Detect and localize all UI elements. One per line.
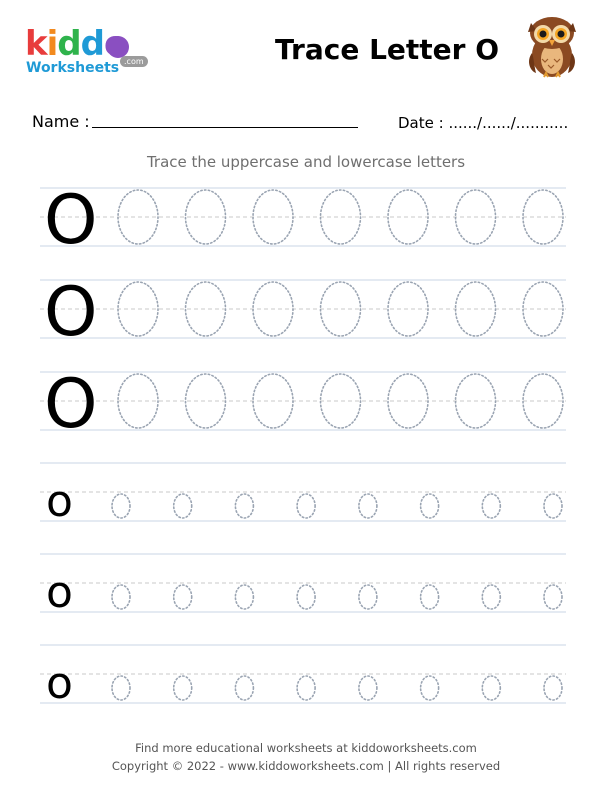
instruction-text: Trace the uppercase and lowercase letter… bbox=[146, 153, 466, 171]
trace-letter-lowercase-o[interactable] bbox=[419, 584, 440, 610]
trace-letter-lowercase-o[interactable] bbox=[358, 493, 378, 519]
logo-letter: k bbox=[25, 24, 48, 64]
trace-row: o bbox=[0, 553, 612, 618]
trace-letter-lowercase-o[interactable] bbox=[234, 584, 255, 610]
page-title: Trace Letter O bbox=[275, 33, 500, 66]
trace-row: o bbox=[0, 644, 612, 709]
model-letter: O bbox=[44, 365, 98, 444]
trace-letter-lowercase-o[interactable] bbox=[234, 675, 255, 701]
trace-letter-uppercase-o[interactable] bbox=[319, 373, 362, 429]
model-letter: o bbox=[46, 658, 73, 709]
trace-letter-lowercase-o[interactable] bbox=[481, 584, 502, 610]
model-letter: O bbox=[44, 181, 98, 260]
trace-letter-lowercase-o[interactable] bbox=[296, 675, 316, 701]
trace-letter-uppercase-o[interactable] bbox=[184, 189, 227, 245]
trace-letter-uppercase-o[interactable] bbox=[522, 373, 564, 429]
date-label: Date : ....../....../........... bbox=[398, 114, 569, 132]
logo-subtitle: Worksheets bbox=[26, 60, 120, 76]
trace-row-guides bbox=[40, 553, 566, 613]
trace-letter-lowercase-o[interactable] bbox=[296, 493, 316, 519]
trace-row-guides bbox=[40, 644, 566, 704]
trace-letter-lowercase-o[interactable] bbox=[358, 584, 378, 610]
model-letter: o bbox=[46, 476, 73, 527]
name-field-line[interactable] bbox=[92, 127, 358, 128]
trace-letter-lowercase-o[interactable] bbox=[172, 584, 193, 610]
trace-letter-uppercase-o[interactable] bbox=[522, 281, 564, 337]
footer-copyright-text: Copyright © 2022 - www.kiddoworksheets.c… bbox=[111, 759, 501, 773]
model-letter: o bbox=[46, 567, 73, 618]
trace-row: o bbox=[0, 462, 612, 527]
trace-letter-lowercase-o[interactable] bbox=[172, 493, 193, 519]
trace-letter-lowercase-o[interactable] bbox=[234, 493, 255, 519]
owl-icon bbox=[528, 17, 576, 78]
smiley-icon bbox=[107, 36, 129, 58]
trace-letter-uppercase-o[interactable] bbox=[319, 189, 362, 245]
kiddo-worksheets-logo: kiddo Worksheets .com bbox=[25, 24, 155, 80]
name-label: Name : bbox=[32, 112, 90, 131]
trace-letter-uppercase-o[interactable] bbox=[319, 281, 362, 337]
trace-letter-uppercase-o[interactable] bbox=[522, 189, 564, 245]
trace-letter-uppercase-o[interactable] bbox=[184, 281, 227, 337]
trace-letter-lowercase-o[interactable] bbox=[296, 584, 316, 610]
trace-row: O bbox=[0, 371, 612, 439]
trace-letter-uppercase-o[interactable] bbox=[184, 373, 227, 429]
logo-letter: i bbox=[46, 24, 59, 64]
footer-promo-text: Find more educational worksheets at kidd… bbox=[135, 741, 477, 755]
trace-letter-lowercase-o[interactable] bbox=[481, 675, 502, 701]
trace-letter-lowercase-o[interactable] bbox=[543, 584, 563, 610]
logo-letter: d bbox=[80, 24, 105, 64]
trace-row: O bbox=[0, 279, 612, 347]
trace-row-guides bbox=[40, 462, 566, 522]
trace-letter-lowercase-o[interactable] bbox=[419, 675, 440, 701]
trace-letter-lowercase-o[interactable] bbox=[172, 675, 193, 701]
trace-letter-lowercase-o[interactable] bbox=[111, 584, 131, 610]
trace-letter-lowercase-o[interactable] bbox=[111, 493, 131, 519]
trace-letter-lowercase-o[interactable] bbox=[419, 493, 440, 519]
logo-domain-badge: .com bbox=[120, 56, 148, 67]
model-letter: O bbox=[44, 273, 98, 352]
trace-letter-lowercase-o[interactable] bbox=[543, 675, 563, 701]
trace-letter-lowercase-o[interactable] bbox=[481, 493, 502, 519]
trace-row: O bbox=[0, 187, 612, 255]
trace-letter-lowercase-o[interactable] bbox=[111, 675, 131, 701]
logo-letter: d bbox=[57, 24, 81, 64]
trace-letter-lowercase-o[interactable] bbox=[358, 675, 378, 701]
trace-letter-lowercase-o[interactable] bbox=[543, 493, 563, 519]
